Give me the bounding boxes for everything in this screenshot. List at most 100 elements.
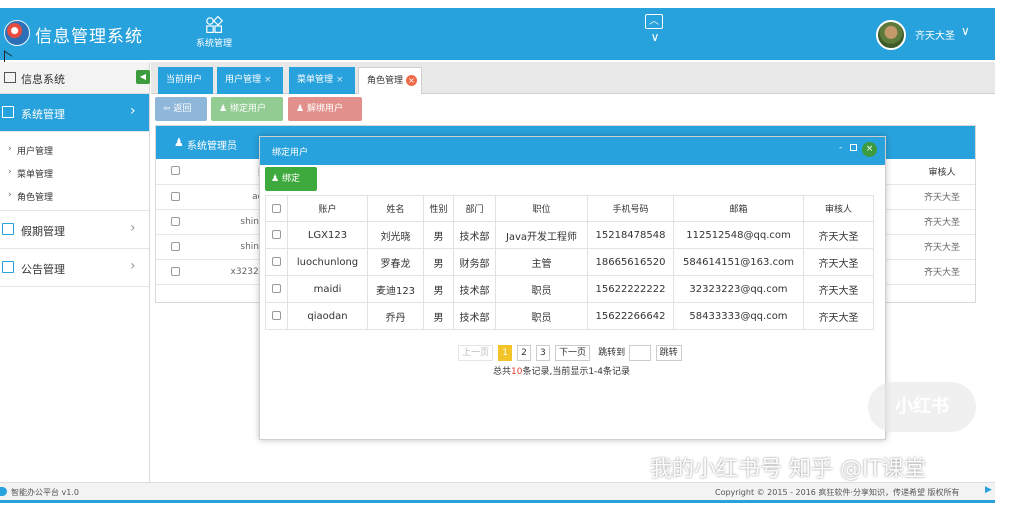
column-header-reviewer: 审核人 [909,159,975,185]
column-header-account: 账户 [287,195,368,222]
user-icon: ♟ [271,174,280,184]
summary-suffix: 条记录,当前显示1-4条记录 [522,367,631,377]
table-cell: luochunlong [287,248,368,276]
pagination: 上一页 1 2 3 下一页 跳转到 跳转 [458,345,684,361]
row-checkbox[interactable] [272,311,281,320]
table-cell: 财务部 [453,248,496,276]
column-header-email: 邮箱 [673,195,804,222]
next-page-button[interactable]: 下一页 [554,345,590,361]
edit-icon [2,106,14,118]
row-checkbox[interactable] [170,191,180,201]
watermark-badge: 小红书 [868,382,976,432]
unbind-user-button[interactable]: ♟ 解绑用户 [288,97,362,121]
close-icon[interactable]: × [406,75,418,86]
table-cell: 职员 [495,302,588,330]
prev-page-button[interactable]: 上一页 [458,345,494,361]
tab-user-management[interactable]: 用户管理 × [217,67,283,94]
column-header-reviewer: 审核人 [803,195,874,222]
user-name[interactable]: 齐天大圣 [915,27,955,42]
sidebar-subitem-user-management[interactable]: › 用户管理 [0,138,149,161]
row-checkbox[interactable] [170,216,180,226]
unbind-user-label: 解绑用户 [306,104,343,114]
sidebar-subitem-menu-management[interactable]: › 菜单管理 [0,161,149,184]
table-cell: 技术部 [453,221,496,249]
table-cell: 男 [423,221,454,249]
table-cell: 齐天大圣 [803,248,874,276]
nav-system-label: 系统管理 [195,39,232,49]
user-avatar[interactable] [876,20,906,50]
close-icon[interactable]: × [264,75,272,85]
jump-page-input[interactable] [629,345,652,361]
close-icon[interactable]: × [862,142,877,157]
chevron-down-icon: ∨ [650,30,660,44]
sidebar-submenu: › 用户管理 › 菜单管理 › 角色管理 [0,132,149,211]
row-checkbox[interactable] [272,230,281,239]
page-button[interactable]: 2 [517,345,531,361]
table-cell: 技术部 [453,302,496,330]
bottom-strip [0,500,995,503]
maximize-icon[interactable] [850,144,857,151]
column-header-gender: 性别 [423,195,454,222]
row-checkbox[interactable] [272,257,281,266]
sidebar-item-label: 假期管理 [21,225,65,238]
nav-system-management[interactable]: 系统管理 [188,16,240,49]
tab-label: 用户管理 [225,75,262,85]
user-menu-chevron-icon[interactable]: ∨ [961,24,970,38]
sidebar-subitem-label: 用户管理 [17,147,54,157]
back-icon: ⇦ [163,104,171,114]
table-cell: 男 [423,248,454,276]
tab-label: 角色管理 [367,76,404,86]
chevron-right-icon: › [130,220,136,236]
sidebar-item-notice-management[interactable]: 公告管理 › [0,249,149,287]
page-button-current[interactable]: 1 [498,345,512,361]
sidebar-subitem-role-management[interactable]: › 角色管理 [0,184,149,207]
table-row[interactable]: luochunlong 罗春龙 男 财务部 主管 18665616520 584… [265,248,874,276]
user-icon: ♟ [174,136,184,149]
tab-label: 菜单管理 [297,75,334,85]
tab-label: 当前用户 [166,75,203,85]
bind-user-button[interactable]: ♟ 绑定用户 [211,97,283,121]
column-header-phone: 手机号码 [587,195,674,222]
select-all-checkbox[interactable] [272,203,281,213]
back-button[interactable]: ⇦ 返回 [155,97,207,121]
table-cell: 32323223@qq.com [673,275,804,303]
sidebar-item-label: 公告管理 [21,263,65,276]
table-cell: LGX123 [287,221,368,249]
collapse-header-button[interactable]: ︿ ∨ [645,14,665,50]
sidebar-header: 信息系统 ◀ [0,62,150,94]
bind-user-dialog: 绑定用户 - × ♟ 绑定 账户 姓名 性别 部门 职位 手机号码 邮箱 审核人… [259,136,886,440]
row-checkbox[interactable] [170,266,180,276]
table-cell: 刘光晓 [367,221,424,249]
table-cell: 职员 [495,275,588,303]
sidebar: 信息系统 ◀ 系统管理 › › 用户管理 › 菜单管理 › 角色管理 假期管理 … [0,62,150,482]
table-row[interactable]: LGX123 刘光晓 男 技术部 Java开发工程师 15218478548 1… [265,221,874,249]
dialog-title: 绑定用户 [272,148,309,158]
row-checkbox[interactable] [272,284,281,293]
page-button[interactable]: 3 [536,345,550,361]
row-checkbox[interactable] [170,241,180,251]
table-row[interactable]: maidi 麦迪123 男 技术部 职员 15622222222 3232322… [265,275,874,303]
table-cell: 58433333@qq.com [673,302,804,330]
user-icon: ♟ [296,104,305,114]
tab-role-management[interactable]: 角色管理 × [358,67,422,94]
sidebar-collapse-icon[interactable]: ◀ [136,70,150,84]
minimize-icon[interactable]: - [839,143,842,153]
play-arrow-icon[interactable]: ▶ [985,485,992,495]
app-title: 信息管理系统 [35,27,143,47]
close-icon[interactable]: × [336,75,344,85]
sidebar-subitem-label: 角色管理 [17,193,54,203]
table-cell: 15218478548 [587,221,674,249]
sidebar-item-system-management[interactable]: 系统管理 › [0,94,149,132]
table-cell: 罗春龙 [367,248,424,276]
bind-button[interactable]: ♟ 绑定 [265,167,317,191]
table-row[interactable]: qiaodan 乔丹 男 技术部 职员 15622266642 58433333… [265,302,874,330]
tab-menu-management[interactable]: 菜单管理 × [289,67,355,94]
table-cell: 麦迪123 [367,275,424,303]
table-cell: 齐天大圣 [803,302,874,330]
records-summary: 总共10条记录,当前显示1-4条记录 [493,364,630,377]
select-all-checkbox[interactable] [170,166,180,176]
edit-icon [2,261,14,273]
jump-button[interactable]: 跳转 [655,345,682,361]
sidebar-item-leave-management[interactable]: 假期管理 › [0,211,149,249]
tab-current-user[interactable]: 当前用户 [158,67,213,94]
